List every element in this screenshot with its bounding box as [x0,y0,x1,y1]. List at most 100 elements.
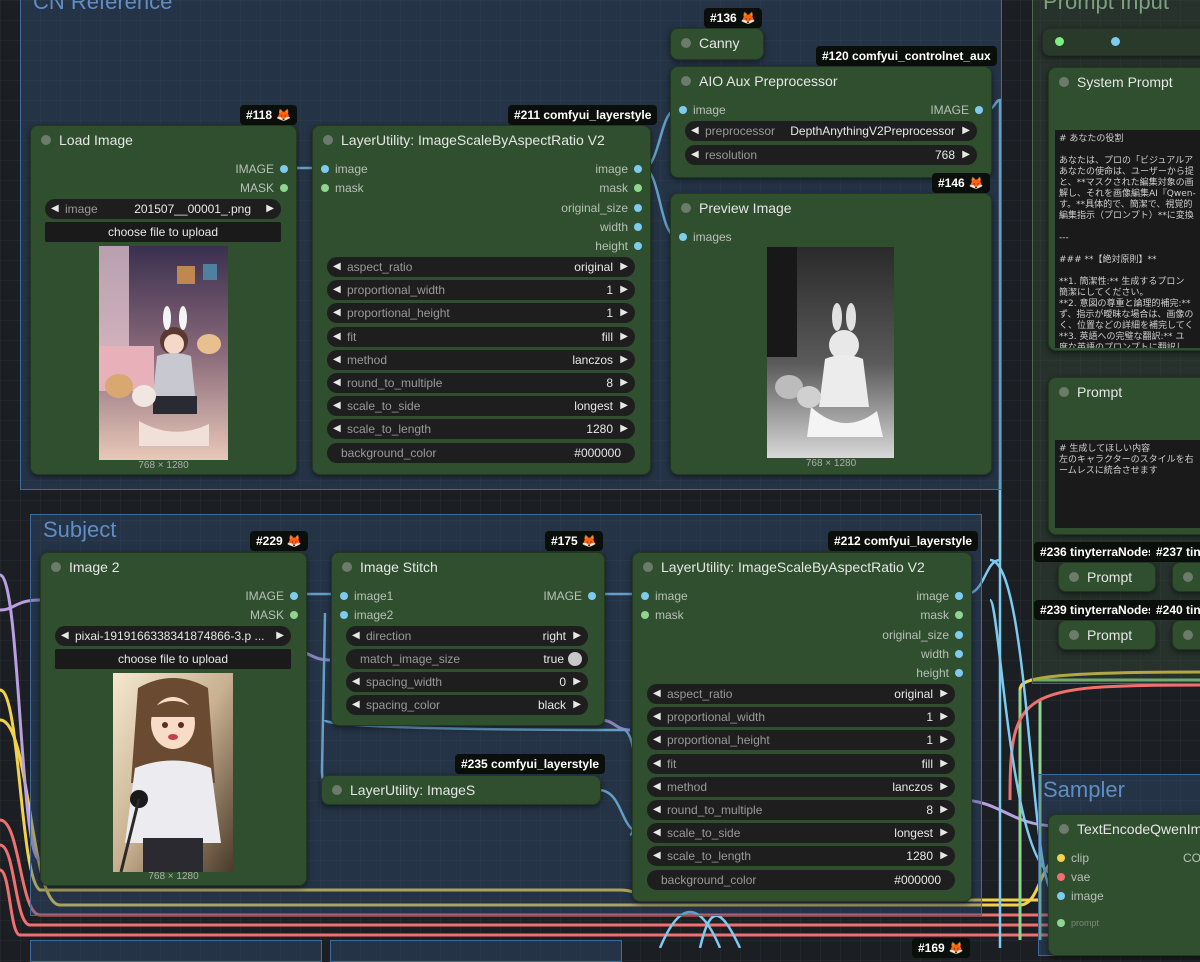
arrow-left-icon[interactable]: ◀ [333,419,341,439]
output-slot-height[interactable]: height [916,664,967,682]
arrow-left-icon[interactable]: ◀ [333,396,341,416]
aspect-ratio-combo[interactable]: ◀ aspect_ratio original ▶ [647,684,955,704]
match-image-size-toggle[interactable]: match_image_size true [346,649,588,669]
node-image-2[interactable]: Image 2 IMAGE MASK ◀ pixai-1919166338341… [40,552,307,886]
arrow-left-icon[interactable]: ◀ [653,684,661,704]
node-system-prompt[interactable]: System Prompt # あなたの役割 あなたは、プロの「ビジュアルア あ… [1048,67,1200,351]
preprocessor-combo[interactable]: ◀ preprocessor DepthAnythingV2Preprocess… [685,121,977,141]
system-prompt-textarea[interactable]: # あなたの役割 あなたは、プロの「ビジュアルア あなたの使命は、ユーザーから提… [1055,130,1200,348]
input-slot-prompt[interactable]: prompt [1053,914,1099,932]
input-slot-image[interactable]: image [637,587,688,605]
arrow-left-icon[interactable]: ◀ [653,846,661,866]
output-slot-mask[interactable]: MASK [250,606,302,624]
arrow-left-icon[interactable]: ◀ [653,777,661,797]
arrow-right-icon[interactable]: ▶ [940,707,948,727]
arrow-left-icon[interactable]: ◀ [333,350,341,370]
method-combo[interactable]: ◀ method lanczos ▶ [327,350,635,370]
node-reroute-primitive[interactable] [1042,28,1200,56]
fit-combo[interactable]: ◀ fit fill ▶ [327,327,635,347]
output-slot-original-size[interactable]: original_size [561,199,646,217]
input-slot-clip[interactable]: clip [1053,849,1089,867]
arrow-left-icon[interactable]: ◀ [691,121,699,141]
method-combo[interactable]: ◀ method lanczos ▶ [647,777,955,797]
output-slot-conditioning[interactable]: CO [1183,849,1200,867]
choose-file-button[interactable]: choose file to upload [55,649,291,669]
arrow-left-icon[interactable]: ◀ [333,257,341,277]
scale-to-side-combo[interactable]: ◀ scale_to_side longest ▶ [327,396,635,416]
connection-dot-icon[interactable] [1055,37,1064,46]
input-slot-images[interactable]: images [675,228,732,246]
arrow-right-icon[interactable]: ▶ [573,672,581,692]
arrow-right-icon[interactable]: ▶ [940,846,948,866]
output-slot-width[interactable]: width [921,645,967,663]
arrow-right-icon[interactable]: ▶ [573,695,581,715]
arrow-right-icon[interactable]: ▶ [276,626,284,646]
output-slot-image[interactable]: image [595,160,646,178]
image-file-combo[interactable]: ◀ image 201507__00001_.png ▶ [45,199,281,219]
output-slot-image[interactable]: IMAGE [245,587,302,605]
image-file-combo[interactable]: ◀ pixai-1919166338341874866-3.p ... ▶ [55,626,291,646]
scale-to-length-number[interactable]: ◀ scale_to_length 1280 ▶ [327,419,635,439]
background-color-text[interactable]: background_color #000000 [647,870,955,890]
output-slot-image[interactable]: image [916,587,967,605]
input-slot-image2[interactable]: image2 [336,606,393,624]
arrow-right-icon[interactable]: ▶ [962,121,970,141]
scale-to-length-number[interactable]: ◀ scale_to_length 1280 ▶ [647,846,955,866]
input-slot-image[interactable]: image [675,101,726,119]
arrow-left-icon[interactable]: ◀ [691,145,699,165]
arrow-right-icon[interactable]: ▶ [940,823,948,843]
arrow-left-icon[interactable]: ◀ [333,373,341,393]
proportional-width-number[interactable]: ◀ proportional_width 1 ▶ [327,280,635,300]
output-slot-mask[interactable]: MASK [240,179,292,197]
aspect-ratio-combo[interactable]: ◀ aspect_ratio original ▶ [327,257,635,277]
spacing-color-combo[interactable]: ◀ spacing_color black ▶ [346,695,588,715]
direction-combo[interactable]: ◀ direction right ▶ [346,626,588,646]
input-slot-mask[interactable]: mask [317,179,364,197]
arrow-right-icon[interactable]: ▶ [620,373,628,393]
background-color-text[interactable]: background_color #000000 [327,443,635,463]
output-slot-width[interactable]: width [600,218,646,236]
arrow-right-icon[interactable]: ▶ [940,777,948,797]
proportional-width-number[interactable]: ◀ proportional_width 1 ▶ [647,707,955,727]
arrow-left-icon[interactable]: ◀ [653,800,661,820]
connection-dot-icon[interactable] [1111,37,1120,46]
proportional-height-number[interactable]: ◀ proportional_height 1 ▶ [647,730,955,750]
node-prompt[interactable]: Prompt # 生成してほしい内容 左のキャラクターのスタイルを右 ームレスに… [1048,377,1200,535]
arrow-right-icon[interactable]: ▶ [940,754,948,774]
arrow-right-icon[interactable]: ▶ [620,303,628,323]
arrow-left-icon[interactable]: ◀ [352,695,360,715]
input-slot-image[interactable]: image [1053,887,1104,905]
arrow-left-icon[interactable]: ◀ [352,626,360,646]
arrow-right-icon[interactable]: ▶ [940,684,948,704]
arrow-right-icon[interactable]: ▶ [573,626,581,646]
arrow-left-icon[interactable]: ◀ [51,199,59,219]
arrow-right-icon[interactable]: ▶ [620,327,628,347]
arrow-left-icon[interactable]: ◀ [653,823,661,843]
node-prompt-text-d[interactable] [1172,620,1200,650]
node-load-image[interactable]: Load Image IMAGE MASK ◀ image 201507__00… [30,125,297,475]
output-slot-mask[interactable]: mask [920,606,967,624]
input-slot-image1[interactable]: image1 [336,587,393,605]
node-image-scale-by-aspect-ratio-2[interactable]: LayerUtility: ImageScaleByAspectRatio V2… [632,552,972,902]
arrow-left-icon[interactable]: ◀ [653,707,661,727]
fit-combo[interactable]: ◀ fit fill ▶ [647,754,955,774]
proportional-height-number[interactable]: ◀ proportional_height 1 ▶ [327,303,635,323]
output-slot-image[interactable]: IMAGE [235,160,292,178]
arrow-right-icon[interactable]: ▶ [620,419,628,439]
arrow-right-icon[interactable]: ▶ [620,280,628,300]
node-layerutility-images-collapsed[interactable]: LayerUtility: ImageS [321,775,601,805]
resolution-number[interactable]: ◀ resolution 768 ▶ [685,145,977,165]
arrow-left-icon[interactable]: ◀ [61,626,69,646]
arrow-left-icon[interactable]: ◀ [653,754,661,774]
input-slot-vae[interactable]: vae [1053,868,1090,886]
input-slot-mask[interactable]: mask [637,606,684,624]
round-to-multiple-combo[interactable]: ◀ round_to_multiple 8 ▶ [327,373,635,393]
arrow-left-icon[interactable]: ◀ [333,280,341,300]
scale-to-side-combo[interactable]: ◀ scale_to_side longest ▶ [647,823,955,843]
arrow-left-icon[interactable]: ◀ [653,730,661,750]
output-slot-height[interactable]: height [595,237,646,255]
node-image-scale-by-aspect-ratio[interactable]: LayerUtility: ImageScaleByAspectRatio V2… [312,125,651,475]
arrow-right-icon[interactable]: ▶ [620,257,628,277]
spacing-width-number[interactable]: ◀ spacing_width 0 ▶ [346,672,588,692]
output-slot-mask[interactable]: mask [599,179,646,197]
